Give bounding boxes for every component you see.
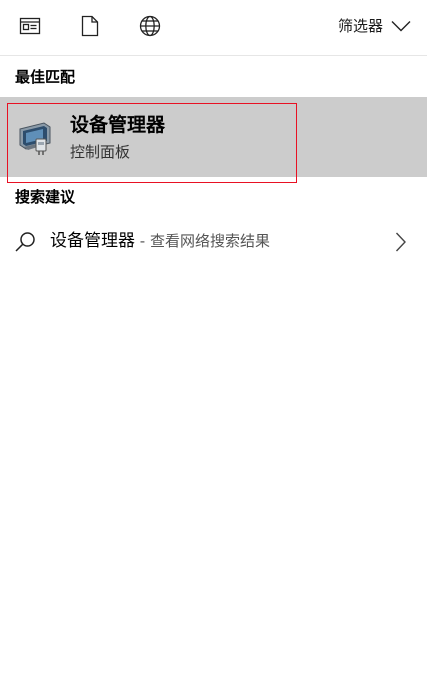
- best-match-title: 设备管理器: [70, 114, 166, 136]
- web-filter-icon[interactable]: [138, 14, 162, 38]
- best-match-subtitle: 控制面板: [70, 143, 131, 161]
- search-results-panel: 筛选器 最佳匹配 设备管理器 控制面板 搜索建议 设备管理器 - 查看网络搜索结…: [0, 0, 427, 700]
- filter-dropdown[interactable]: 筛选器: [338, 14, 411, 38]
- chevron-down-icon: [391, 17, 411, 36]
- search-icon: [14, 231, 36, 253]
- device-manager-icon: [14, 117, 54, 157]
- apps-filter-icon[interactable]: [18, 14, 42, 38]
- filter-label: 筛选器: [337, 17, 383, 35]
- suggestion-separator: -: [135, 232, 150, 250]
- best-match-header: 最佳匹配: [15, 68, 76, 86]
- document-filter-icon[interactable]: [78, 14, 102, 38]
- filter-bar: 筛选器: [0, 0, 427, 56]
- suggestion-item[interactable]: 设备管理器 - 查看网络搜索结果: [0, 222, 427, 260]
- suggestion-subtext: 查看网络搜索结果: [149, 232, 270, 250]
- suggestion-query: 设备管理器: [50, 231, 135, 251]
- best-match-item[interactable]: 设备管理器 控制面板: [0, 97, 427, 177]
- chevron-right-icon[interactable]: [395, 231, 407, 253]
- search-suggestions-header: 搜索建议: [15, 188, 76, 206]
- suggestion-text: 设备管理器 - 查看网络搜索结果: [50, 230, 270, 252]
